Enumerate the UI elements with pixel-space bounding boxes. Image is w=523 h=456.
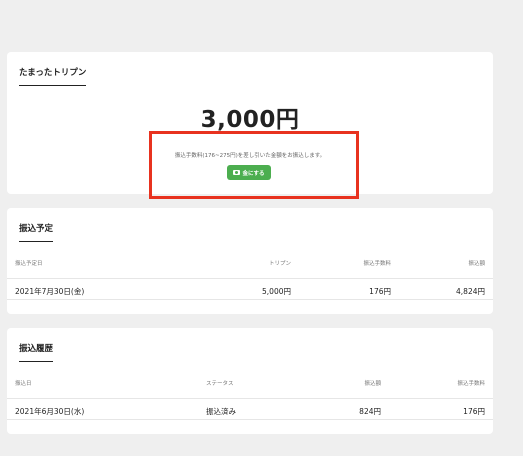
balance-card: たまったトリプン 3,000円 振込手数料(176~275円)を差し引いた金額を… (7, 52, 493, 194)
column-header: 振込額 (364, 381, 381, 387)
balance-amount: 3,000円 (200, 107, 300, 133)
status-value: 振込済み (206, 407, 236, 416)
column-header: 振込額 (468, 261, 485, 267)
fee-value: 176円 (369, 287, 391, 296)
scheduled-title: 振込予定 (19, 222, 54, 242)
fee-value: 176円 (463, 407, 485, 416)
table-row: 2021年6月30日(水) 振込済み 824円 176円 (7, 398, 493, 420)
column-header: 振込予定日 (15, 261, 43, 267)
history-title: 振込履歴 (19, 342, 54, 362)
transfer-date: 2021年6月30日(水) (15, 407, 85, 416)
cash-out-button[interactable]: 金にする (227, 165, 271, 180)
transfer-amount: 824円 (359, 407, 381, 416)
balance-title: たまったトリプン (19, 66, 87, 86)
transfer-fee-note: 振込手数料(176~275円)を差し引いた金額をお振込します。 (174, 153, 326, 159)
column-header: 振込手数料 (363, 261, 391, 267)
transfer-history-card: 振込履歴 振込日 ステータス 振込額 振込手数料 2021年6月30日(水) 振… (7, 328, 493, 434)
scheduled-table-header: 振込予定日 トリプン 振込手数料 振込額 (7, 258, 493, 272)
column-header: トリプン (268, 261, 291, 267)
money-icon (233, 170, 241, 175)
table-row: 2021年7月30日(金) 5,000円 176円 4,824円 (7, 278, 493, 300)
column-header: ステータス (206, 381, 234, 387)
points-value: 5,000円 (262, 287, 291, 296)
history-table-header: 振込日 ステータス 振込額 振込手数料 (7, 378, 493, 392)
scheduled-transfer-card: 振込予定 振込予定日 トリプン 振込手数料 振込額 2021年7月30日(金) … (7, 208, 493, 314)
transfer-date: 2021年7月30日(金) (15, 287, 85, 296)
column-header: 振込日 (15, 381, 32, 387)
column-header: 振込手数料 (457, 381, 485, 387)
transfer-amount: 4,824円 (456, 287, 485, 296)
cash-out-label: 金にする (242, 170, 265, 177)
